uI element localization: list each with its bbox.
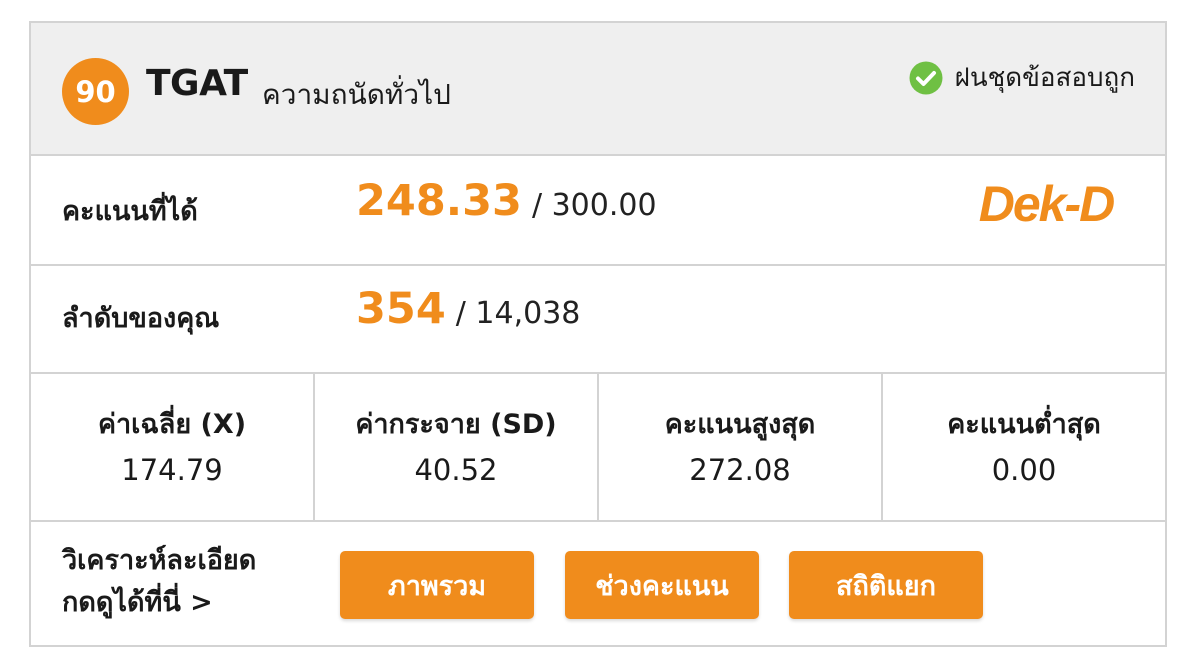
- stat-label: ค่าเฉลี่ย (X): [97, 409, 247, 440]
- card-header: 90 TGAT ความถนัดทั่วไป ฝนชุดข้อสอบถูก: [31, 23, 1165, 156]
- rank-label: ลำดับของคุณ: [62, 303, 220, 334]
- subject-title: TGAT: [146, 63, 248, 104]
- answer-status: ฝนชุดข้อสอบถูก: [909, 57, 1135, 98]
- subject-number-badge: 90: [62, 58, 129, 125]
- stat-sd: ค่ากระจาย (SD) 40.52: [315, 374, 599, 520]
- score-row: คะแนนที่ได้ 248.33 / 300.00 Dek-D: [31, 156, 1165, 266]
- score-card: 90 TGAT ความถนัดทั่วไป ฝนชุดข้อสอบถูก คะ…: [29, 21, 1167, 647]
- stat-max: คะแนนสูงสุด 272.08: [599, 374, 883, 520]
- stat-label: คะแนนต่ำสุด: [947, 409, 1101, 440]
- stat-min: คะแนนต่ำสุด 0.00: [883, 374, 1165, 520]
- score-value: 248.33: [356, 176, 522, 226]
- analysis-line-2: กดดูได้ที่นี่ >: [62, 587, 213, 618]
- logo-text: Dek-D: [979, 176, 1114, 232]
- stat-label: คะแนนสูงสุด: [664, 409, 816, 440]
- score-range-button[interactable]: ช่วงคะแนน: [565, 551, 759, 619]
- check-circle-icon: [909, 61, 943, 94]
- stat-value: 40.52: [414, 453, 498, 487]
- subject-subtitle: ความถนัดทั่วไป: [262, 78, 451, 111]
- rank-value-group: 354 / 14,038: [356, 284, 580, 334]
- rank-value: 354: [356, 284, 446, 334]
- rank-row: ลำดับของคุณ 354 / 14,038: [31, 266, 1165, 374]
- stat-value: 0.00: [991, 453, 1057, 487]
- stats-grid: ค่าเฉลี่ย (X) 174.79 ค่ากระจาย (SD) 40.5…: [31, 374, 1165, 522]
- stat-value: 272.08: [689, 453, 791, 487]
- overview-button[interactable]: ภาพรวม: [340, 551, 534, 619]
- analysis-footer: วิเคราะห์ละเอียด กดดูได้ที่นี่ > ภาพรวม …: [31, 522, 1165, 645]
- analysis-line-1: วิเคราะห์ละเอียด: [62, 545, 257, 576]
- rank-total: / 14,038: [455, 296, 581, 331]
- status-text: ฝนชุดข้อสอบถูก: [954, 63, 1135, 93]
- stat-label: ค่ากระจาย (SD): [355, 409, 557, 440]
- analysis-prompt[interactable]: วิเคราะห์ละเอียด กดดูได้ที่นี่ >: [62, 540, 256, 624]
- stat-mean: ค่าเฉลี่ย (X) 174.79: [31, 374, 315, 520]
- score-label: คะแนนที่ได้: [62, 196, 198, 227]
- dek-d-logo: Dek-D: [979, 176, 1116, 232]
- score-value-group: 248.33 / 300.00: [356, 176, 657, 226]
- stat-value: 174.79: [121, 453, 223, 487]
- score-total: / 300.00: [531, 188, 657, 223]
- statistics-breakdown-button[interactable]: สถิติแยก: [789, 551, 983, 619]
